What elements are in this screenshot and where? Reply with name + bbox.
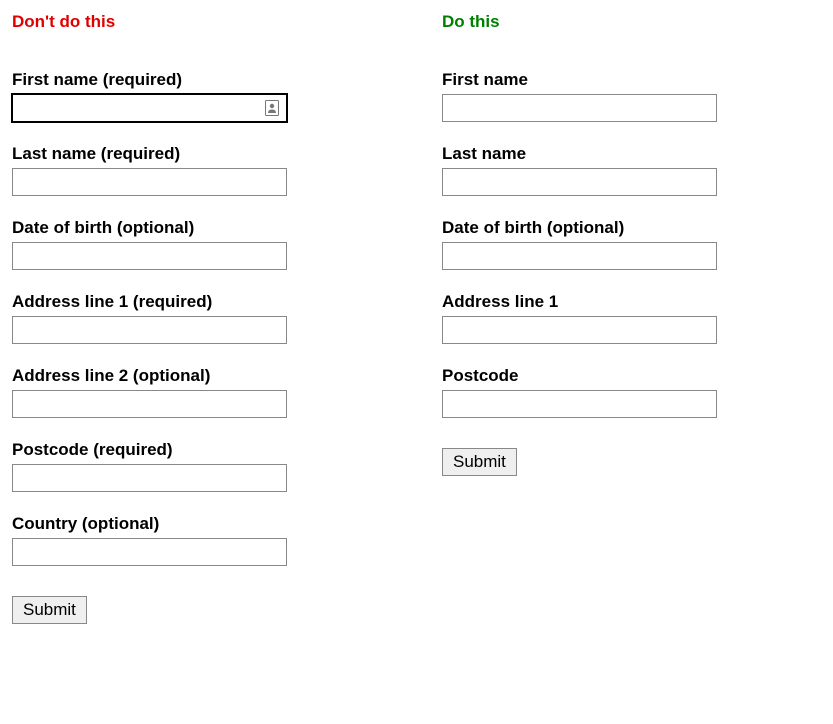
field-postcode-dont: Postcode (required) — [12, 440, 382, 492]
field-first-name-do: First name — [442, 70, 812, 122]
label-country-dont: Country (optional) — [12, 514, 382, 534]
label-address1-do: Address line 1 — [442, 292, 812, 312]
field-dob-do: Date of birth (optional) — [442, 218, 812, 270]
field-last-name-do: Last name — [442, 144, 812, 196]
column-do: Do this First name Last name Date of bir… — [442, 12, 812, 624]
submit-button-dont[interactable]: Submit — [12, 596, 87, 624]
field-first-name-dont: First name (required) — [12, 70, 382, 122]
column-dont: Don't do this First name (required) Last… — [12, 12, 382, 624]
field-last-name-dont: Last name (required) — [12, 144, 382, 196]
label-postcode-dont: Postcode (required) — [12, 440, 382, 460]
input-dob-do[interactable] — [442, 242, 717, 270]
input-address1-dont[interactable] — [12, 316, 287, 344]
input-last-name-dont[interactable] — [12, 168, 287, 196]
label-dob-do: Date of birth (optional) — [442, 218, 812, 238]
heading-do: Do this — [442, 12, 812, 32]
submit-wrap-do: Submit — [442, 448, 812, 476]
input-address1-do[interactable] — [442, 316, 717, 344]
input-postcode-do[interactable] — [442, 390, 717, 418]
input-country-dont[interactable] — [12, 538, 287, 566]
submit-button-do[interactable]: Submit — [442, 448, 517, 476]
label-dob-dont: Date of birth (optional) — [12, 218, 382, 238]
heading-dont: Don't do this — [12, 12, 382, 32]
label-first-name-do: First name — [442, 70, 812, 90]
label-last-name-dont: Last name (required) — [12, 144, 382, 164]
input-first-name-dont[interactable] — [12, 94, 287, 122]
field-address1-dont: Address line 1 (required) — [12, 292, 382, 344]
input-first-name-do[interactable] — [442, 94, 717, 122]
field-postcode-do: Postcode — [442, 366, 812, 418]
label-address2-dont: Address line 2 (optional) — [12, 366, 382, 386]
field-country-dont: Country (optional) — [12, 514, 382, 566]
field-address2-dont: Address line 2 (optional) — [12, 366, 382, 418]
label-postcode-do: Postcode — [442, 366, 812, 386]
submit-wrap-dont: Submit — [12, 596, 382, 624]
comparison-columns: Don't do this First name (required) Last… — [12, 12, 821, 624]
label-address1-dont: Address line 1 (required) — [12, 292, 382, 312]
field-dob-dont: Date of birth (optional) — [12, 218, 382, 270]
input-address2-dont[interactable] — [12, 390, 287, 418]
label-last-name-do: Last name — [442, 144, 812, 164]
field-address1-do: Address line 1 — [442, 292, 812, 344]
input-last-name-do[interactable] — [442, 168, 717, 196]
input-postcode-dont[interactable] — [12, 464, 287, 492]
label-first-name-dont: First name (required) — [12, 70, 382, 90]
input-dob-dont[interactable] — [12, 242, 287, 270]
